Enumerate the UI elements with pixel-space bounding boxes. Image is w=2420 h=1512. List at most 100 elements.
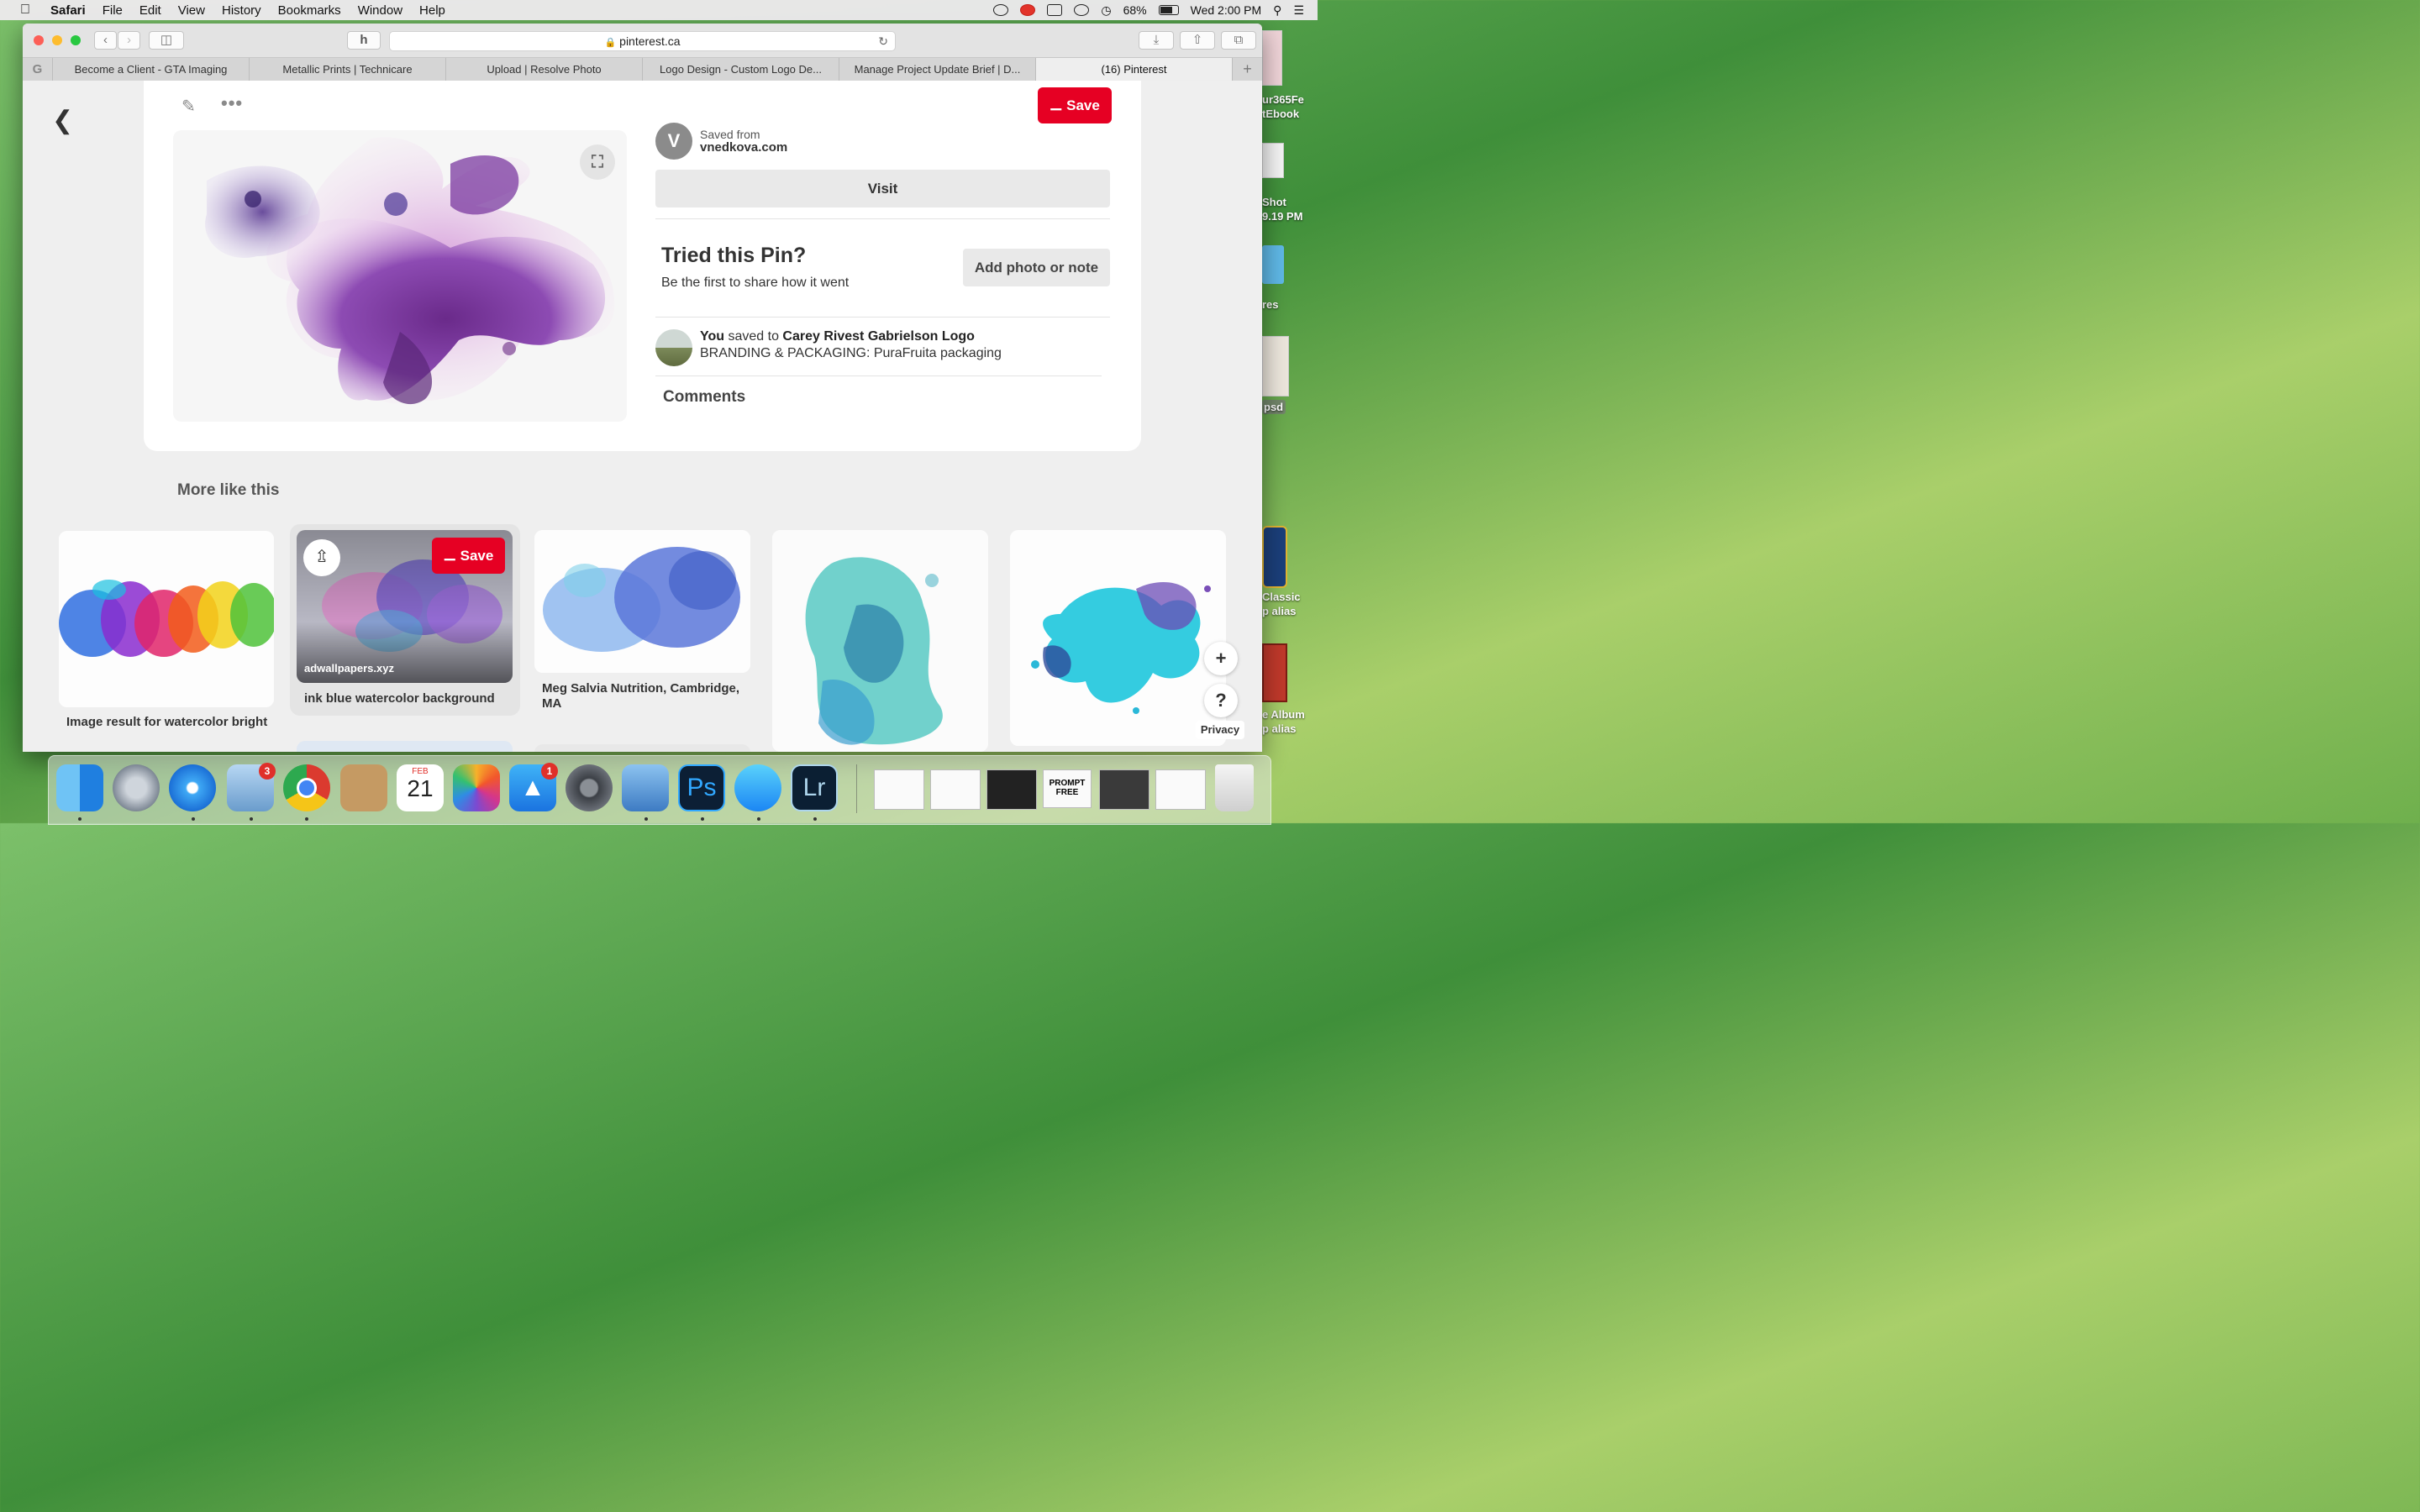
help-button[interactable]: ? [1204,684,1238,717]
chrome-icon[interactable] [283,764,330,811]
minimized-window-thumb[interactable] [1099,769,1150,810]
related-pin-save-button[interactable]: ⚊ Save [432,538,505,574]
minimized-window-thumb[interactable] [986,769,1037,810]
tab-pinterest[interactable]: (16) Pinterest [1036,58,1233,81]
minimized-window-thumb[interactable] [930,769,981,810]
visual-search-icon[interactable]: ⛶ [580,144,615,180]
forward-button[interactable]: › [118,31,140,50]
menu-app-name[interactable]: Safari [50,3,86,18]
trash-icon[interactable] [1215,764,1254,811]
tab-logo-design[interactable]: Logo Design - Custom Logo De... [643,58,839,81]
desktop-alias-icon[interactable] [1262,526,1287,588]
add-photo-button[interactable]: Add photo or note [963,249,1110,286]
tab-gta-imaging[interactable]: Become a Client - GTA Imaging [53,58,250,81]
related-pin-teal-watercolor[interactable] [772,530,988,752]
minimized-window-thumb[interactable] [1155,769,1206,810]
close-window-button[interactable] [34,35,44,45]
related-pin-domain[interactable]: adwallpapers.xyz [304,662,394,675]
user-avatar[interactable] [655,329,692,366]
desktop-file-thumbnail[interactable] [1262,30,1282,86]
airplay-icon[interactable] [1047,4,1063,16]
menu-view[interactable]: View [178,3,205,18]
share-upload-icon[interactable]: ⇫ [303,539,340,576]
desktop-album-icon[interactable] [1262,643,1287,702]
tab-resolve-photo[interactable]: Upload | Resolve Photo [446,58,643,81]
spotlight-search-icon[interactable]: ⚲ [1273,3,1281,18]
related-pin-rainbow[interactable] [59,531,274,707]
edit-pencil-icon[interactable]: ✎ [182,96,196,117]
honey-extension-icon[interactable]: h [347,31,381,50]
related-pin-partial[interactable] [534,744,750,752]
menu-help[interactable]: Help [419,3,445,18]
sidebar-toggle-button[interactable]: ◫ [149,31,184,50]
privacy-link[interactable]: Privacy [1196,721,1244,739]
related-pin-partial[interactable] [297,741,513,752]
calendar-icon[interactable]: FEB 21 [397,764,444,811]
notification-app-icon[interactable] [1020,4,1036,16]
contacts-icon[interactable] [340,764,387,811]
share-button[interactable]: ⇧ [1180,31,1215,50]
desktop-screenshot-thumbnail[interactable] [1262,143,1284,178]
lightroom-icon[interactable]: Lr [791,764,838,811]
pin-save-button[interactable]: ⚊ Save [1038,87,1112,123]
board-owner-link[interactable]: Carey Rivest Gabrielson Logo [782,329,975,344]
notification-center-icon[interactable]: ☰ [1293,3,1304,18]
desktop-folder-icon[interactable] [1262,245,1284,284]
board-name-link[interactable]: BRANDING & PACKAGING: PuraFruita packagi… [700,346,1002,361]
menu-history[interactable]: History [222,3,261,18]
desktop-icon-folder[interactable]: res [1262,297,1318,312]
tab-overview-button[interactable]: ⧉ [1221,31,1256,50]
related-pin-caption[interactable]: ink blue watercolor background [304,691,495,706]
minimized-window-thumb[interactable]: PROMPT FREE [1043,769,1092,808]
clock[interactable]: Wed 2:00 PM [1191,3,1262,17]
safari-icon[interactable] [169,764,216,811]
photos-icon[interactable] [453,764,500,811]
related-pin-blue-watercolor[interactable] [534,530,750,673]
battery-icon[interactable] [1158,5,1179,15]
menu-file[interactable]: File [103,3,123,18]
desktop-icon-ebook[interactable]: ur365Fe tEbook [1262,92,1318,121]
reload-icon[interactable]: ↻ [878,32,888,50]
system-preferences-icon[interactable] [566,764,613,811]
address-bar[interactable]: 🔒 pinterest.ca ↻ [389,31,896,51]
tab-technicare[interactable]: Metallic Prints | Technicare [250,58,446,81]
messages-icon[interactable] [734,764,781,811]
desktop-icon-classic-alias[interactable]: Classic p alias [1262,590,1318,618]
photoshop-icon[interactable]: Ps [678,764,725,811]
related-pin-caption[interactable]: Image result for watercolor bright [66,715,267,730]
source-avatar[interactable]: V [655,123,692,160]
back-button[interactable]: ‹ [94,31,117,50]
related-pin-cyan-splash[interactable] [1010,530,1226,746]
zoom-window-button[interactable] [71,35,81,45]
menu-window[interactable]: Window [358,3,402,18]
running-indicator [250,817,253,821]
menu-bookmarks[interactable]: Bookmarks [278,3,341,18]
visit-button[interactable]: Visit [655,170,1110,207]
comments-heading[interactable]: Comments [663,388,745,407]
desktop-icon-psd[interactable]: psd [1262,400,1286,414]
minimize-window-button[interactable] [52,35,62,45]
related-pin-caption[interactable]: Meg Salvia Nutrition, Cambridge, MA [542,681,748,711]
running-indicator [305,817,308,821]
tab-project-brief[interactable]: Manage Project Update Brief | D... [839,58,1036,81]
apple-menu-icon[interactable]:  [20,3,35,18]
launchpad-icon[interactable] [113,764,160,811]
saved-from-site[interactable]: vnedkova.com [700,140,787,155]
more-options-icon[interactable]: ••• [221,92,243,114]
wifi-icon[interactable]: ◷ [1101,3,1111,18]
menu-edit[interactable]: Edit [139,3,161,18]
desktop-psd-thumbnail[interactable] [1262,336,1289,396]
new-tab-button[interactable]: + [1233,58,1262,81]
desktop-icon-screenshot[interactable]: Shot 9.19 PM [1262,195,1318,223]
pinned-google-tab[interactable]: G [23,58,53,81]
create-plus-button[interactable]: + [1204,642,1238,675]
downloads-button[interactable]: ⤓ [1139,31,1174,50]
preview-icon[interactable] [622,764,669,811]
back-arrow-icon[interactable]: ❮ [52,106,73,135]
pin-main-image[interactable]: ⛶ [173,130,627,422]
creative-cloud-icon[interactable] [993,4,1009,16]
finder-icon[interactable] [56,764,103,811]
desktop-icon-album-alias[interactable]: e Album p alias [1262,707,1318,736]
time-machine-icon[interactable] [1074,4,1090,16]
minimized-window-thumb[interactable] [874,769,924,810]
